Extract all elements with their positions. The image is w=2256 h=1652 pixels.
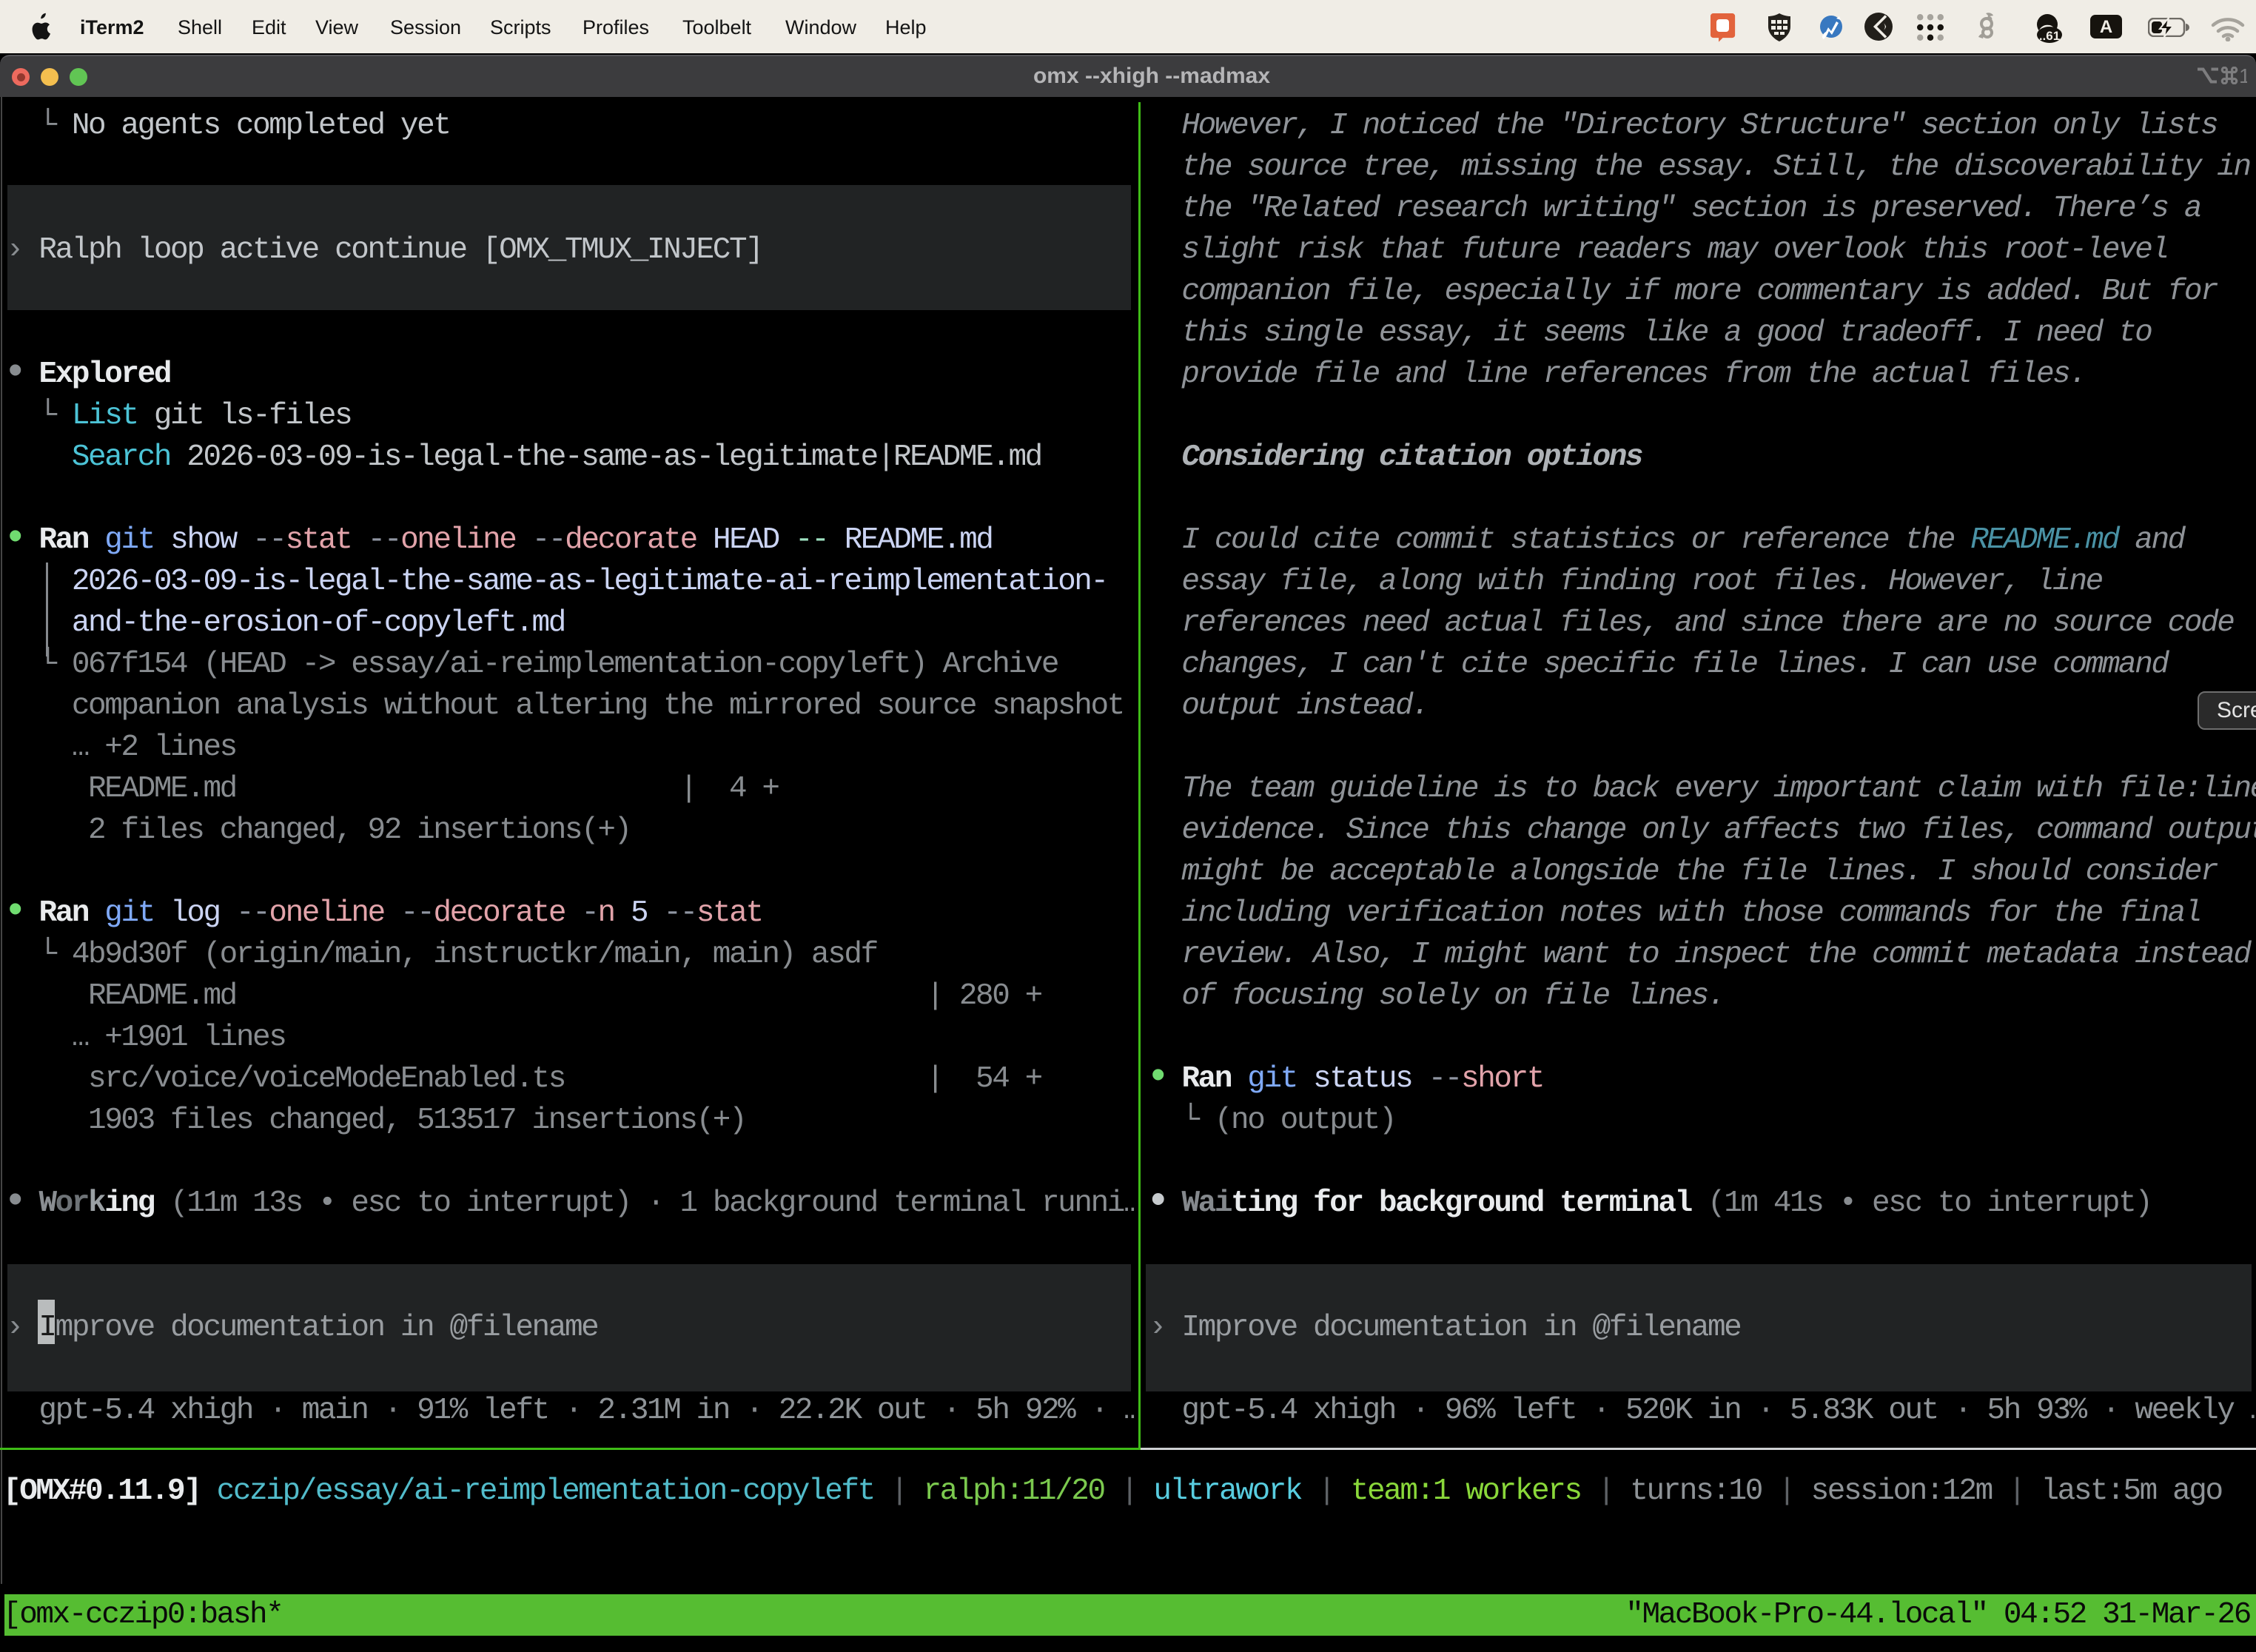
svg-text:1: 1	[2239, 67, 2247, 84]
svg-text:..61: ..61	[2039, 29, 2060, 43]
